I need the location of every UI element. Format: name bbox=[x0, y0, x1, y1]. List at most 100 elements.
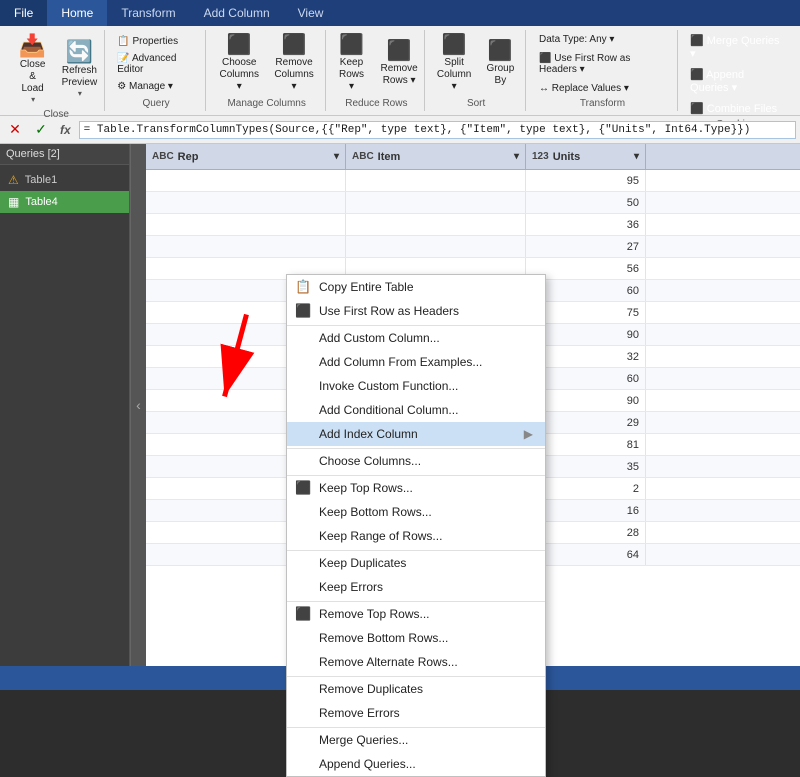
table-row: 95 bbox=[146, 170, 800, 192]
query-item-table4[interactable]: ▦ Table4 bbox=[0, 191, 129, 213]
tab-home[interactable]: Home bbox=[47, 0, 107, 26]
ctx-keep-range-of-rows[interactable]: Keep Range of Rows... bbox=[287, 524, 545, 548]
col-header-item-label: Item bbox=[378, 151, 401, 163]
keep-rows-icon: ⬛ bbox=[339, 35, 364, 55]
reduce-rows-group-label: Reduce Rows bbox=[345, 98, 407, 109]
ctx-append-queries[interactable]: Append Queries... bbox=[287, 752, 545, 776]
choose-columns-button[interactable]: ⬛ ChooseColumns ▾ bbox=[214, 32, 265, 96]
table-icon: ▦ bbox=[8, 195, 19, 209]
tab-view[interactable]: View bbox=[284, 0, 338, 26]
query-item-table4-label: Table4 bbox=[25, 196, 57, 208]
ctx-remove-bottom-rows[interactable]: Remove Bottom Rows... bbox=[287, 626, 545, 650]
ctx-add-column-from-examples[interactable]: Add Column From Examples... bbox=[287, 350, 545, 374]
append-queries-button[interactable]: ⬛ Append Queries ▾ bbox=[686, 66, 786, 96]
refresh-dropdown: ▾ bbox=[78, 89, 82, 98]
data-type-button[interactable]: Data Type: Any ▾ bbox=[534, 32, 619, 47]
cell-units: 27 bbox=[526, 236, 646, 257]
table-row: 50 bbox=[146, 192, 800, 214]
remove-rows-button[interactable]: ⬛ RemoveRows ▾ bbox=[376, 38, 422, 90]
units-filter-icon[interactable]: ▾ bbox=[634, 151, 639, 162]
cell-units: 36 bbox=[526, 214, 646, 235]
warning-icon: ⚠ bbox=[8, 173, 19, 187]
ctx-remove-duplicates[interactable]: Remove Duplicates bbox=[287, 676, 545, 701]
ctx-use-first-row[interactable]: ⬛Use First Row as Headers bbox=[287, 299, 545, 323]
cell-item bbox=[346, 192, 526, 213]
submenu-arrow-icon: ▶ bbox=[524, 427, 533, 441]
tab-transform[interactable]: Transform bbox=[107, 0, 189, 26]
remove-columns-button[interactable]: ⬛ RemoveColumns ▾ bbox=[269, 32, 320, 96]
rep-type-icon: ABC bbox=[152, 151, 174, 162]
item-type-icon: ABC bbox=[352, 151, 374, 162]
queries-header: Queries [2] bbox=[0, 144, 129, 165]
choose-columns-icon: ⬛ bbox=[227, 35, 252, 55]
ctx-choose-columns[interactable]: Choose Columns... bbox=[287, 448, 545, 473]
transform-group-label: Transform bbox=[580, 98, 625, 109]
ctx-remove-top-rows[interactable]: ⬛Remove Top Rows... bbox=[287, 601, 545, 626]
cell-item bbox=[346, 236, 526, 257]
ribbon: File Home Transform Add Column View 📥 Cl… bbox=[0, 0, 800, 116]
rep-filter-icon[interactable]: ▾ bbox=[334, 151, 339, 162]
manage-button[interactable]: ⚙ Manage ▾ bbox=[113, 79, 177, 94]
ctx-keep-bottom-rows[interactable]: Keep Bottom Rows... bbox=[287, 500, 545, 524]
merge-queries-button[interactable]: ⬛ Merge Queries ▾ bbox=[686, 32, 786, 62]
split-column-icon: ⬛ bbox=[442, 35, 467, 55]
col-header-units-label: Units bbox=[553, 151, 581, 163]
content-area: ABC Rep ▾ ABC Item ▾ 123 Units ▾ 95 50 3… bbox=[146, 144, 800, 666]
ctx-add-index-column[interactable]: Add Index Column ▶ bbox=[287, 422, 545, 446]
cancel-formula-button[interactable]: ✕ bbox=[4, 119, 26, 141]
units-type-icon: 123 bbox=[532, 151, 549, 162]
refresh-preview-button[interactable]: 🔄 RefreshPreview ▾ bbox=[58, 38, 101, 101]
ctx-add-conditional-column[interactable]: Add Conditional Column... bbox=[287, 398, 545, 422]
keep-rows-button[interactable]: ⬛ KeepRows ▾ bbox=[331, 32, 373, 96]
confirm-formula-button[interactable]: ✓ bbox=[30, 119, 52, 141]
ribbon-content: 📥 Close &Load ▾ 🔄 RefreshPreview ▾ Close… bbox=[0, 26, 800, 116]
ctx-merge-queries[interactable]: Merge Queries... bbox=[287, 727, 545, 752]
cell-item bbox=[346, 214, 526, 235]
col-header-item[interactable]: ABC Item ▾ bbox=[346, 144, 526, 169]
remove-rows-icon: ⬛ bbox=[387, 41, 412, 61]
ribbon-group-reduce-rows: ⬛ KeepRows ▾ ⬛ RemoveRows ▾ Reduce Rows bbox=[328, 30, 425, 111]
manage-columns-group-label: Manage Columns bbox=[227, 98, 305, 109]
context-menu: 📋Copy Entire Table ⬛Use First Row as Hea… bbox=[286, 274, 546, 777]
ribbon-group-close: 📥 Close &Load ▾ 🔄 RefreshPreview ▾ Close bbox=[8, 30, 105, 111]
col-header-rep[interactable]: ABC Rep ▾ bbox=[146, 144, 346, 169]
ctx-keep-duplicates[interactable]: Keep Duplicates bbox=[287, 550, 545, 575]
query-group-label: Query bbox=[142, 98, 169, 109]
formula-bar: ✕ ✓ fx bbox=[0, 116, 800, 144]
item-filter-icon[interactable]: ▾ bbox=[514, 151, 519, 162]
ctx-add-custom-column[interactable]: Add Custom Column... bbox=[287, 325, 545, 350]
split-column-button[interactable]: ⬛ SplitColumn ▾ bbox=[432, 32, 476, 96]
ribbon-group-transform: Data Type: Any ▾ ⬛ Use First Row as Head… bbox=[528, 30, 678, 111]
cell-units: 95 bbox=[526, 170, 646, 191]
advanced-editor-button[interactable]: 📝 Advanced Editor bbox=[113, 51, 199, 77]
ribbon-group-manage-columns: ⬛ ChooseColumns ▾ ⬛ RemoveColumns ▾ Mana… bbox=[208, 30, 327, 111]
cell-rep bbox=[146, 170, 346, 191]
remove-columns-icon: ⬛ bbox=[282, 35, 307, 55]
formula-input[interactable] bbox=[79, 121, 796, 139]
col-header-units[interactable]: 123 Units ▾ bbox=[526, 144, 646, 169]
copy-icon: 📋 bbox=[295, 279, 311, 295]
query-item-table1-label: Table1 bbox=[25, 174, 57, 186]
ctx-invoke-custom-function[interactable]: Invoke Custom Function... bbox=[287, 374, 545, 398]
ctx-remove-alternate-rows[interactable]: Remove Alternate Rows... bbox=[287, 650, 545, 674]
use-first-row-button[interactable]: ⬛ Use First Row as Headers ▾ bbox=[534, 51, 671, 77]
ctx-keep-errors[interactable]: Keep Errors bbox=[287, 575, 545, 599]
cell-units: 50 bbox=[526, 192, 646, 213]
collapse-panel-button[interactable]: ‹ bbox=[130, 144, 146, 666]
close-load-button[interactable]: 📥 Close &Load ▾ bbox=[11, 32, 54, 107]
keep-top-rows-icon: ⬛ bbox=[295, 480, 311, 496]
query-item-table1[interactable]: ⚠ Table1 bbox=[0, 169, 129, 191]
table-header-row: ABC Rep ▾ ABC Item ▾ 123 Units ▾ bbox=[146, 144, 800, 170]
combine-files-button[interactable]: ⬛ Combine Files bbox=[686, 100, 781, 117]
table-row: 36 bbox=[146, 214, 800, 236]
group-by-button[interactable]: ⬛ GroupBy bbox=[480, 38, 520, 90]
ctx-remove-errors[interactable]: Remove Errors bbox=[287, 701, 545, 725]
fx-label: fx bbox=[56, 123, 75, 137]
replace-values-button[interactable]: ↔ Replace Values ▾ bbox=[534, 81, 634, 96]
properties-button[interactable]: 📋 Properties bbox=[113, 34, 182, 49]
tab-add-column[interactable]: Add Column bbox=[190, 0, 284, 26]
queries-header-label: Queries [2] bbox=[6, 148, 60, 160]
ctx-keep-top-rows[interactable]: ⬛Keep Top Rows... bbox=[287, 475, 545, 500]
ctx-copy-entire-table[interactable]: 📋Copy Entire Table bbox=[287, 275, 545, 299]
tab-file[interactable]: File bbox=[0, 0, 47, 26]
